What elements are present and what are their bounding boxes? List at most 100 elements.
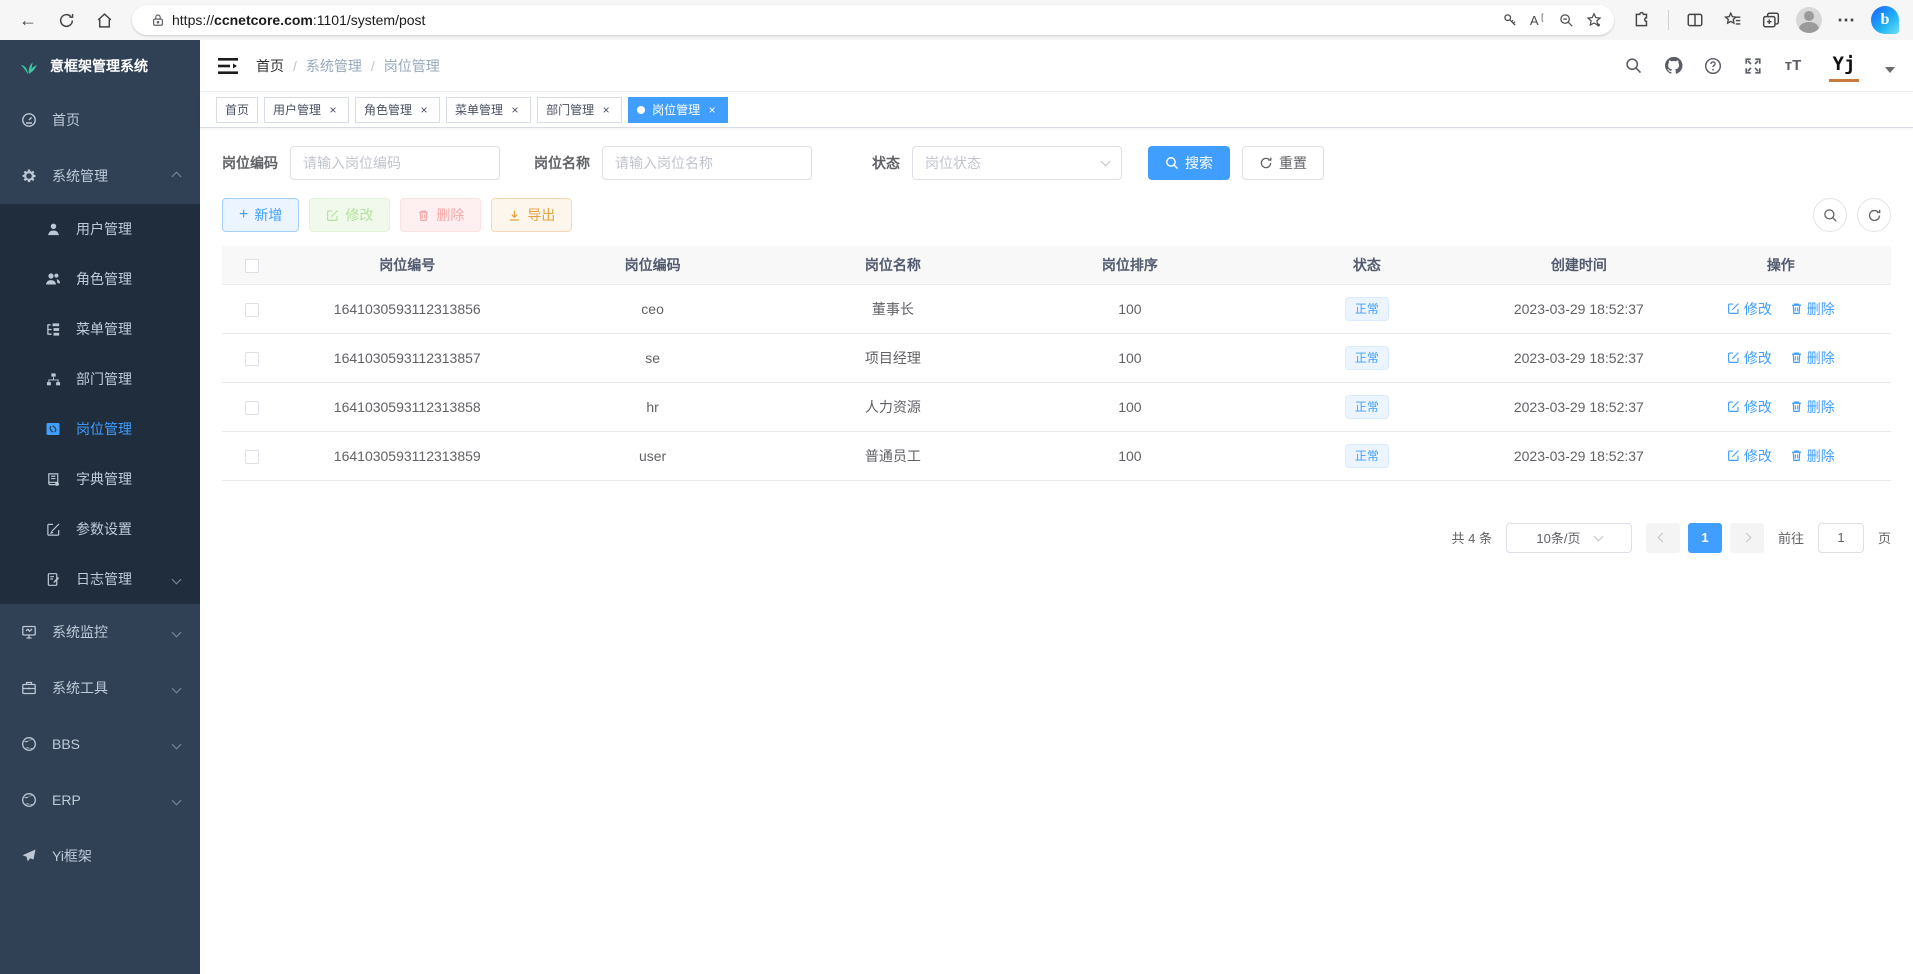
lock-icon[interactable] xyxy=(144,7,172,33)
row-checkbox[interactable] xyxy=(245,352,259,366)
favorites-icon-glyph xyxy=(1724,11,1742,29)
split-screen-icon[interactable] xyxy=(1679,4,1711,36)
table-row[interactable]: 1641030593112313857 se 项目经理 100 正常 2023-… xyxy=(222,333,1891,382)
zoom-out-icon[interactable] xyxy=(1552,7,1580,33)
close-icon[interactable]: × xyxy=(326,103,340,117)
cell-created: 2023-03-29 18:52:37 xyxy=(1487,284,1671,333)
url-text[interactable]: https://ccnetcore.com:1101/system/post xyxy=(172,12,1496,28)
toolbox-icon xyxy=(20,680,38,696)
row-edit-link[interactable]: 修改 xyxy=(1727,348,1772,368)
back-icon[interactable]: ← xyxy=(12,4,44,36)
font-size-icon[interactable]: тT xyxy=(1783,56,1803,76)
row-edit-link[interactable]: 修改 xyxy=(1727,299,1772,319)
page-size-select[interactable]: 10条/页 xyxy=(1506,523,1632,553)
globe-icon xyxy=(20,792,38,808)
search-button[interactable]: 搜索 xyxy=(1148,146,1230,180)
edit-icon xyxy=(326,209,339,222)
sidebar-item-tool[interactable]: 系统工具 xyxy=(0,660,200,716)
row-checkbox[interactable] xyxy=(245,450,259,464)
sidebar-item-log[interactable]: 日志管理 xyxy=(0,554,200,604)
reset-button[interactable]: 重置 xyxy=(1242,146,1324,180)
row-checkbox[interactable] xyxy=(245,303,259,317)
tab-dept[interactable]: 部门管理× xyxy=(537,97,622,123)
github-icon[interactable] xyxy=(1663,56,1683,76)
sidebar-item-erp[interactable]: ERP xyxy=(0,772,200,828)
show-search-toggle-button[interactable] xyxy=(1813,198,1847,232)
collections-icon[interactable] xyxy=(1755,4,1787,36)
user-avatar[interactable]: Yj xyxy=(1829,50,1859,82)
extensions-icon[interactable] xyxy=(1626,4,1658,36)
table-row[interactable]: 1641030593112313858 hr 人力资源 100 正常 2023-… xyxy=(222,382,1891,431)
table-row[interactable]: 1641030593112313859 user 普通员工 100 正常 202… xyxy=(222,431,1891,480)
row-delete-link[interactable]: 删除 xyxy=(1790,299,1835,319)
export-button[interactable]: 导出 xyxy=(491,198,572,232)
chevron-down-icon xyxy=(172,627,182,637)
sidebar-item-dept[interactable]: 部门管理 xyxy=(0,354,200,404)
post-name-input[interactable] xyxy=(602,146,812,180)
home-icon[interactable] xyxy=(88,4,120,36)
close-icon[interactable]: × xyxy=(705,103,719,117)
sidebar-item-monitor[interactable]: 系统监控 xyxy=(0,604,200,660)
close-icon[interactable]: × xyxy=(508,103,522,117)
status-select[interactable]: 岗位状态 xyxy=(912,146,1122,180)
read-aloud-icon[interactable]: A❲ xyxy=(1524,7,1552,33)
select-all-checkbox[interactable] xyxy=(245,259,259,273)
tab-post[interactable]: 岗位管理× xyxy=(628,97,728,123)
sidebar-item-dict[interactable]: 字典管理 xyxy=(0,454,200,504)
row-edit-link[interactable]: 修改 xyxy=(1727,397,1772,417)
page-number-button[interactable]: 1 xyxy=(1688,523,1722,553)
sidebar-item-post[interactable]: 岗位管理 xyxy=(0,404,200,454)
post-code-input[interactable] xyxy=(290,146,500,180)
add-favorite-icon[interactable] xyxy=(1580,7,1608,33)
sidebar-item-menu[interactable]: 菜单管理 xyxy=(0,304,200,354)
refresh-table-button[interactable] xyxy=(1857,198,1891,232)
table-toolbar: + 新增 修改 删除 导出 xyxy=(222,198,1891,232)
row-checkbox[interactable] xyxy=(245,401,259,415)
system-submenu: 用户管理 角色管理 菜单管理 xyxy=(0,204,200,604)
next-page-button[interactable] xyxy=(1730,523,1764,553)
row-delete-link[interactable]: 删除 xyxy=(1790,397,1835,417)
close-icon[interactable]: × xyxy=(417,103,431,117)
help-icon[interactable] xyxy=(1703,56,1723,76)
row-delete-label: 删除 xyxy=(1807,446,1835,466)
app-header: 首页 / 系统管理 / 岗位管理 xyxy=(200,40,1913,92)
sidebar-item-system[interactable]: 系统管理 xyxy=(0,148,200,204)
search-icon[interactable] xyxy=(1623,56,1643,76)
chevron-right-icon xyxy=(1742,533,1752,543)
tab-user[interactable]: 用户管理× xyxy=(264,97,349,123)
table-row[interactable]: 1641030593112313856 ceo 董事长 100 正常 2023-… xyxy=(222,284,1891,333)
breadcrumb-home[interactable]: 首页 xyxy=(256,56,284,76)
delete-button[interactable]: 删除 xyxy=(400,198,481,232)
cell-post-name: 人力资源 xyxy=(773,382,1013,431)
chevron-up-icon xyxy=(172,171,182,181)
sidebar-toggle-icon[interactable] xyxy=(218,57,240,75)
tab-menu[interactable]: 菜单管理× xyxy=(446,97,531,123)
sidebar-item-user[interactable]: 用户管理 xyxy=(0,204,200,254)
favorites-icon[interactable] xyxy=(1717,4,1749,36)
user-icon xyxy=(44,222,62,237)
add-button[interactable]: + 新增 xyxy=(222,198,299,232)
browser-profile-avatar[interactable] xyxy=(1793,4,1825,36)
edit-button[interactable]: 修改 xyxy=(309,198,390,232)
copilot-icon[interactable]: b xyxy=(1869,4,1901,36)
sidebar-item-yi[interactable]: Yi框架 xyxy=(0,828,200,884)
refresh-icon[interactable] xyxy=(50,4,82,36)
tab-role[interactable]: 角色管理× xyxy=(355,97,440,123)
download-icon xyxy=(508,209,521,222)
sidebar-item-home[interactable]: 首页 xyxy=(0,92,200,148)
row-delete-link[interactable]: 删除 xyxy=(1790,348,1835,368)
fullscreen-icon[interactable] xyxy=(1743,56,1763,76)
browser-menu-icon[interactable]: ⋯ xyxy=(1831,4,1863,36)
sidebar-item-param[interactable]: 参数设置 xyxy=(0,504,200,554)
sidebar-item-bbs[interactable]: BBS xyxy=(0,716,200,772)
close-icon[interactable]: × xyxy=(599,103,613,117)
avatar-dropdown-caret[interactable] xyxy=(1885,67,1895,73)
row-edit-link[interactable]: 修改 xyxy=(1727,446,1772,466)
password-key-icon[interactable] xyxy=(1496,7,1524,33)
row-delete-link[interactable]: 删除 xyxy=(1790,446,1835,466)
prev-page-button[interactable] xyxy=(1646,523,1680,553)
tab-home[interactable]: 首页 xyxy=(216,97,258,123)
sidebar-item-role[interactable]: 角色管理 xyxy=(0,254,200,304)
address-bar[interactable]: https://ccnetcore.com:1101/system/post A… xyxy=(132,5,1614,35)
goto-page-input[interactable] xyxy=(1818,523,1864,553)
